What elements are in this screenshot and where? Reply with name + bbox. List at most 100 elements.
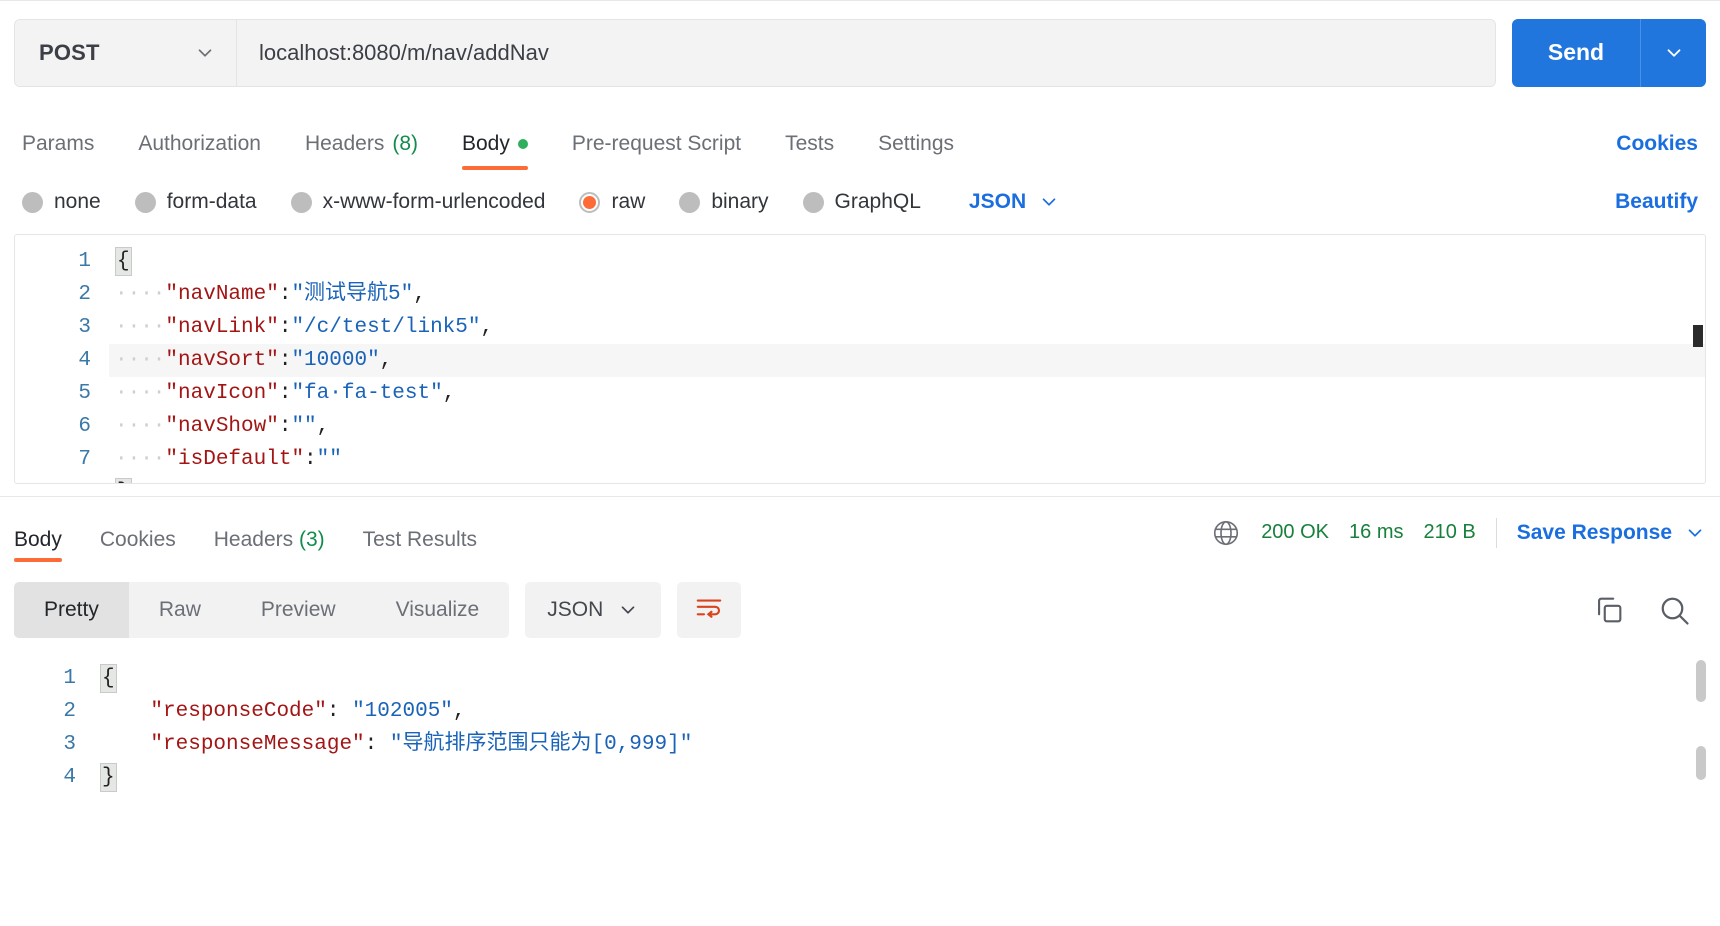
body-type-row: none form-data x-www-form-urlencoded raw… xyxy=(0,170,1720,234)
response-tab-test-results[interactable]: Test Results xyxy=(363,528,477,568)
code-token: "responseMessage" xyxy=(150,733,365,756)
code-line[interactable]: ····"isDefault":"" xyxy=(109,443,1705,476)
code-token: ···· xyxy=(115,448,166,471)
code-line[interactable]: "responseMessage": "导航排序范围只能为[0,999]" xyxy=(94,728,1720,761)
code-token: "10000" xyxy=(291,349,380,372)
code-token: : xyxy=(304,448,317,471)
body-type-graphql[interactable]: GraphQL xyxy=(802,190,921,214)
code-token: : xyxy=(278,283,292,306)
word-wrap-toggle[interactable] xyxy=(677,582,742,638)
http-method-label: POST xyxy=(39,39,100,65)
request-body-editor[interactable]: 12345678 {····"navName":"测试导航5",····"nav… xyxy=(14,234,1706,484)
code-token: "navSort" xyxy=(165,349,279,372)
response-body-viewer[interactable]: 1 2 3 4 { "responseCode": "102005", "respon… xyxy=(0,652,1720,926)
radio-icon xyxy=(134,191,156,213)
postman-request-response-pane: POST localhost:8080/m/nav/addNav Send Pa… xyxy=(0,0,1720,926)
chevron-down-icon xyxy=(1038,191,1060,213)
tab-pre-request-script[interactable]: Pre-request Script xyxy=(572,132,741,170)
scrollbar-thumb[interactable] xyxy=(1693,325,1703,347)
request-editor-code[interactable]: {····"navName":"测试导航5", ····"navLink":"/c… xyxy=(109,235,1705,483)
code-line[interactable]: ····"navName":"测试导航5", xyxy=(109,278,1705,311)
view-mode-raw[interactable]: Raw xyxy=(129,582,231,638)
save-response-button[interactable]: Save Response xyxy=(1517,521,1706,545)
scrollbar-thumb-bottom[interactable] xyxy=(1696,746,1706,780)
code-token: "navShow" xyxy=(165,415,279,438)
code-fold-brace[interactable]: { xyxy=(100,664,117,693)
code-line[interactable]: ····"navSort":"10000", xyxy=(109,344,1705,377)
response-format-select[interactable]: JSON xyxy=(525,582,662,638)
tab-label: Tests xyxy=(785,132,835,155)
code-line[interactable]: ····"navLink":"/c/test/link5", xyxy=(109,311,1705,344)
tab-settings[interactable]: Settings xyxy=(878,132,954,170)
code-line[interactable]: "responseCode": "102005", xyxy=(94,695,1720,728)
body-type-label: form-data xyxy=(166,190,257,213)
view-mode-visualize[interactable]: Visualize xyxy=(366,582,510,638)
radio-icon xyxy=(802,191,824,213)
body-type-raw[interactable]: raw xyxy=(579,190,645,214)
http-method-select[interactable]: POST xyxy=(15,19,237,86)
tab-tests[interactable]: Tests xyxy=(785,132,834,170)
response-tab-headers[interactable]: Headers (3) xyxy=(214,528,325,568)
body-type-form-data[interactable]: form-data xyxy=(134,190,257,214)
tab-params[interactable]: Params xyxy=(22,132,94,170)
request-body-editor-wrap: 12345678 {····"navName":"测试导航5",····"nav… xyxy=(0,234,1720,496)
line-number: 1 xyxy=(63,667,76,690)
send-options-button[interactable] xyxy=(1640,18,1706,87)
code-token: "navIcon" xyxy=(165,382,279,405)
response-scrollbar[interactable] xyxy=(1694,660,1706,918)
view-mode-preview[interactable]: Preview xyxy=(231,582,366,638)
code-fold-brace[interactable]: { xyxy=(115,247,132,276)
code-line[interactable]: { xyxy=(109,245,1705,278)
response-format-label: JSON xyxy=(547,598,604,621)
line-number: 2 xyxy=(63,700,76,723)
code-token: : xyxy=(326,700,353,723)
response-tabs: Body Cookies Headers (3) Test Results xyxy=(14,497,515,568)
body-type-binary[interactable]: binary xyxy=(679,190,769,214)
tab-label: Pre-request Script xyxy=(571,132,742,155)
body-format-select[interactable]: JSON xyxy=(969,190,1060,214)
code-line[interactable]: } xyxy=(94,761,1720,794)
code-token: : xyxy=(278,382,292,405)
body-type-none[interactable]: none xyxy=(22,190,101,214)
tab-headers[interactable]: Headers (8) xyxy=(305,132,418,170)
request-url-bar: POST localhost:8080/m/nav/addNav Send xyxy=(0,0,1720,104)
copy-button[interactable] xyxy=(1592,593,1626,627)
response-code[interactable]: { "responseCode": "102005", "responseMes… xyxy=(94,652,1720,926)
response-headers-count: (3) xyxy=(298,528,325,551)
line-number: 7 xyxy=(78,448,91,471)
tab-body[interactable]: Body xyxy=(462,132,528,170)
body-type-label: binary xyxy=(711,190,769,213)
code-line[interactable]: ····"navShow":"", xyxy=(109,410,1705,443)
code-token: "fa·fa-test" xyxy=(291,382,443,405)
code-token: ···· xyxy=(115,283,166,306)
send-button[interactable]: Send xyxy=(1512,18,1640,87)
body-format-label: JSON xyxy=(968,190,1027,213)
line-number: 3 xyxy=(63,733,76,756)
tab-authorization[interactable]: Authorization xyxy=(138,132,261,170)
code-token: "" xyxy=(316,448,342,471)
save-response-label: Save Response xyxy=(1516,520,1672,544)
body-type-x-www-form-urlencoded[interactable]: x-www-form-urlencoded xyxy=(290,190,545,214)
request-editor-scrollbar[interactable] xyxy=(1691,237,1703,481)
request-url-input[interactable]: localhost:8080/m/nav/addNav xyxy=(237,19,1495,86)
code-token: "测试导航5" xyxy=(291,283,414,306)
beautify-button[interactable]: Beautify xyxy=(1615,190,1698,214)
code-line[interactable]: ····"navIcon":"fa·fa-test", xyxy=(109,377,1705,410)
code-fold-brace[interactable]: } xyxy=(115,478,132,483)
search-button[interactable] xyxy=(1656,592,1692,628)
response-tab-body[interactable]: Body xyxy=(14,528,62,568)
code-line[interactable]: { xyxy=(94,662,1720,695)
cookies-link[interactable]: Cookies xyxy=(1616,132,1698,170)
code-token: "102005" xyxy=(352,700,453,723)
response-time-text: 16 ms xyxy=(1349,521,1404,543)
code-token: "/c/test/link5" xyxy=(291,316,481,339)
code-fold-brace[interactable]: } xyxy=(100,763,117,792)
code-token: , xyxy=(379,349,393,372)
tab-label: Headers xyxy=(213,528,294,551)
response-tab-cookies[interactable]: Cookies xyxy=(100,528,176,568)
code-token: "isDefault" xyxy=(165,448,305,471)
view-mode-pretty[interactable]: Pretty xyxy=(14,582,129,638)
code-line[interactable]: } xyxy=(109,476,1705,483)
scrollbar-thumb-top[interactable] xyxy=(1696,660,1706,702)
